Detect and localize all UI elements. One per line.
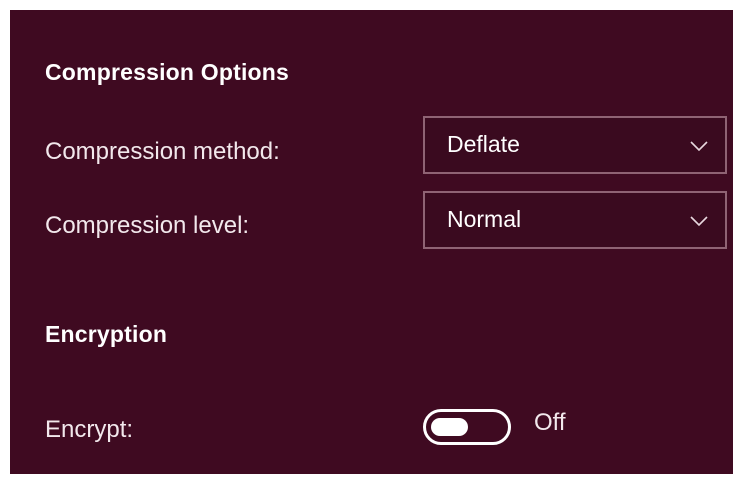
- compression-method-dropdown[interactable]: Deflate: [423, 116, 727, 174]
- chevron-down-icon: [690, 141, 708, 152]
- compression-level-label: Compression level:: [45, 212, 250, 239]
- encrypt-state-text: Off: [534, 409, 566, 436]
- compression-method-label: Compression method:: [45, 138, 280, 165]
- encrypt-toggle[interactable]: [423, 409, 511, 445]
- compression-level-dropdown[interactable]: Normal: [423, 191, 727, 249]
- chevron-down-icon: [690, 216, 708, 227]
- encryption-heading: Encryption: [45, 321, 168, 347]
- encrypt-label: Encrypt:: [45, 416, 134, 443]
- settings-panel: Compression Options Compression method: …: [10, 10, 733, 474]
- compression-options-heading: Compression Options: [45, 59, 290, 85]
- compression-level-value: Normal: [447, 206, 522, 232]
- compression-method-value: Deflate: [447, 131, 520, 157]
- toggle-thumb: [431, 418, 468, 436]
